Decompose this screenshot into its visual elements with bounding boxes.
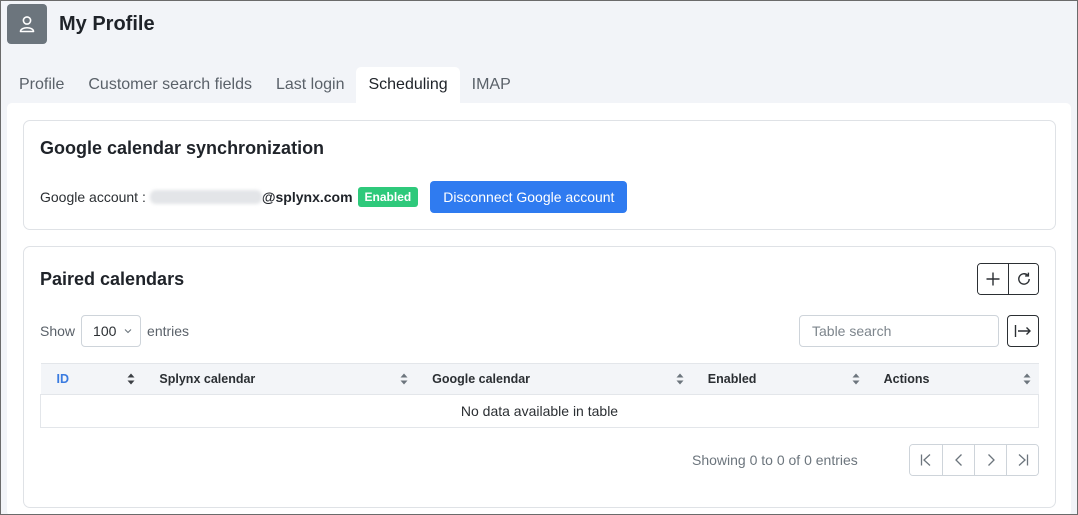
sort-icon — [127, 373, 135, 385]
add-button[interactable] — [978, 264, 1008, 294]
first-page-icon — [920, 454, 931, 466]
pagination — [909, 444, 1039, 476]
refresh-icon — [1017, 272, 1030, 285]
google-account-label: Google account : — [40, 189, 146, 205]
profile-tabs: Profile Customer search fields Last logi… — [7, 67, 523, 103]
first-page-button[interactable] — [910, 445, 942, 475]
next-page-icon — [987, 454, 995, 466]
last-page-icon — [1018, 454, 1028, 466]
tab-content: Google calendar synchronization Google a… — [7, 103, 1071, 514]
column-header-splynx-calendar[interactable]: Splynx calendar — [143, 363, 417, 395]
card-actions — [977, 263, 1039, 295]
table-row: No data available in table — [40, 394, 1039, 428]
status-badge: Enabled — [357, 187, 419, 207]
show-label: Show — [40, 323, 76, 339]
column-header-id[interactable]: ID — [40, 363, 144, 395]
plus-icon — [986, 272, 1000, 286]
export-icon — [1014, 325, 1031, 337]
entries-select-value: 100 — [93, 323, 117, 339]
user-icon — [19, 16, 35, 33]
sort-icon — [852, 373, 860, 385]
avatar — [7, 4, 47, 44]
tab-imap[interactable]: IMAP — [460, 67, 523, 103]
google-sync-title: Google calendar synchronization — [40, 138, 325, 158]
table-info: Showing 0 to 0 of 0 entries — [692, 452, 858, 468]
sort-icon — [676, 373, 684, 385]
tab-profile[interactable]: Profile — [7, 67, 76, 103]
chevron-down-icon — [124, 329, 132, 334]
tab-customer-search-fields[interactable]: Customer search fields — [76, 67, 264, 103]
column-label: Splynx calendar — [159, 372, 256, 386]
prev-page-icon — [954, 454, 962, 466]
entries-select[interactable]: 100 — [81, 315, 142, 347]
entries-length: Show 100 entries — [40, 315, 189, 347]
column-label: Google calendar — [432, 372, 531, 386]
google-sync-card: Google calendar synchronization Google a… — [23, 120, 1056, 230]
table-search-area — [799, 315, 1039, 347]
page-header: My Profile — [7, 4, 155, 44]
sort-icon — [1023, 373, 1030, 385]
empty-table-message: No data available in table — [40, 394, 1039, 428]
prev-page-button[interactable] — [942, 445, 974, 475]
column-header-google-calendar[interactable]: Google calendar — [416, 363, 692, 395]
paired-calendars-card: Paired calendars Show 100 entries Table … — [23, 246, 1056, 508]
tab-last-login[interactable]: Last login — [264, 67, 357, 103]
column-header-enabled[interactable]: Enabled — [691, 363, 868, 395]
next-page-button[interactable] — [974, 445, 1006, 475]
table-header-row: ID Splynx calendar Google calendar Enabl… — [40, 363, 1039, 395]
disconnect-google-button[interactable]: Disconnect Google account — [430, 181, 628, 213]
sort-icon — [400, 373, 408, 385]
google-account-row: Google account : @splynx.com Enabled Dis… — [40, 181, 628, 213]
column-label: Enabled — [707, 372, 757, 386]
google-account-domain: @splynx.com — [261, 189, 353, 205]
column-label: Actions — [883, 372, 930, 386]
refresh-button[interactable] — [1008, 264, 1038, 294]
column-label: ID — [56, 372, 70, 386]
paired-calendars-title: Paired calendars — [40, 269, 185, 289]
paired-calendars-table: ID Splynx calendar Google calendar Enabl… — [40, 363, 1039, 428]
app-window: My Profile Profile Customer search field… — [0, 0, 1078, 515]
last-page-button[interactable] — [1006, 445, 1038, 475]
redacted-email — [149, 190, 262, 204]
page-title: My Profile — [59, 12, 155, 35]
tab-scheduling[interactable]: Scheduling — [356, 67, 460, 103]
export-button[interactable] — [1007, 315, 1039, 347]
table-search-input[interactable] — [799, 315, 999, 347]
entries-label: entries — [147, 323, 190, 339]
column-header-actions[interactable]: Actions — [867, 363, 1039, 395]
